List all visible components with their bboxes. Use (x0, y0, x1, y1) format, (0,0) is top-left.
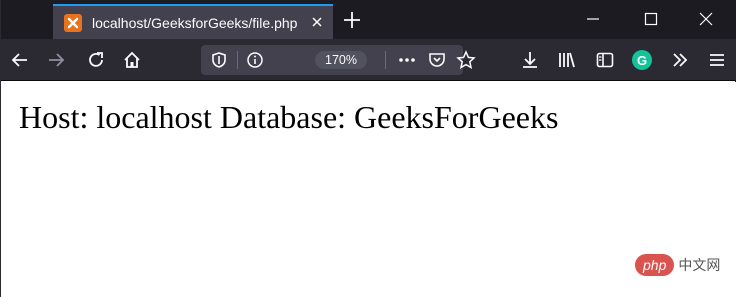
watermark-badge: php (635, 254, 675, 276)
close-tab-icon[interactable] (310, 15, 324, 29)
watermark-text: 中文网 (678, 257, 721, 273)
page-content: Host: localhost Database: GeeksForGeeks … (1, 82, 736, 297)
download-icon[interactable] (520, 50, 540, 70)
library-icon[interactable] (557, 50, 577, 70)
xampp-icon (64, 13, 82, 32)
tab-title: localhost/GeeksforGeeks/file.php (92, 14, 298, 31)
page-output-text: Host: localhost Database: GeeksForGeeks (19, 99, 559, 135)
sidebar-icon[interactable] (595, 50, 615, 70)
overflow-icon[interactable] (670, 50, 690, 70)
tab-strip: localhost/GeeksforGeeks/file.php (1, 0, 736, 39)
maximize-icon[interactable] (644, 12, 658, 26)
more-icon[interactable] (397, 50, 417, 70)
info-icon[interactable] (245, 50, 265, 70)
home-icon[interactable] (122, 50, 142, 70)
browser-window: localhost/GeeksforGeeks/file.php 170% G … (0, 0, 736, 297)
bookmark-star-icon[interactable] (456, 50, 476, 70)
back-icon[interactable] (10, 50, 30, 70)
reload-icon[interactable] (86, 50, 106, 70)
grammarly-icon[interactable]: G (632, 50, 652, 70)
zoom-level-badge[interactable]: 170% (315, 51, 367, 69)
address-bar[interactable]: 170% (201, 45, 463, 75)
watermark: php 中文网 (635, 254, 720, 276)
new-tab-icon[interactable] (342, 10, 362, 30)
navigation-toolbar: 170% G (1, 39, 736, 81)
menu-icon[interactable] (707, 50, 727, 70)
pocket-icon[interactable] (427, 50, 447, 70)
shield-icon[interactable] (209, 50, 229, 70)
close-window-icon[interactable] (699, 12, 713, 26)
minimize-icon[interactable] (586, 12, 600, 26)
url-separator (237, 51, 238, 69)
browser-tab[interactable]: localhost/GeeksforGeeks/file.php (53, 4, 333, 39)
url-separator (385, 51, 386, 69)
forward-icon[interactable] (46, 50, 66, 70)
